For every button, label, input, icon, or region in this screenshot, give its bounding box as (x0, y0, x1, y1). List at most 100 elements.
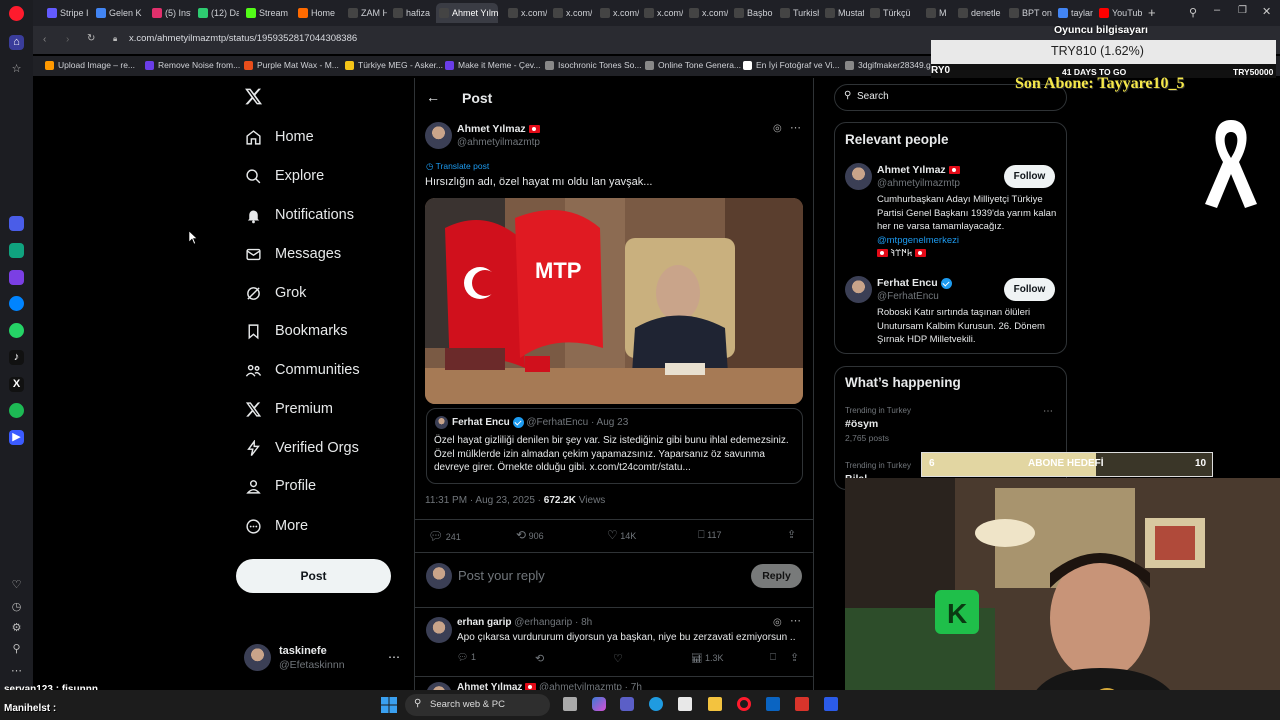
nav-item-profile[interactable]: Profile (244, 471, 316, 501)
outlook-icon[interactable] (766, 697, 780, 711)
nav-item-notifications[interactable]: Notifications (244, 200, 354, 230)
browser-tab[interactable]: M (923, 3, 953, 23)
maximize-icon[interactable]: ❐ (1238, 5, 1247, 16)
app-icon[interactable] (9, 270, 24, 285)
reply-reply-icon[interactable]: 💬︎ (457, 652, 468, 662)
repost-stat[interactable]: ⟲ 906 (516, 528, 544, 542)
bookmark-item[interactable]: Remove Noise from... (145, 60, 240, 70)
task-view-icon[interactable] (563, 697, 577, 711)
trend-more-icon[interactable]: ⋯ (1043, 406, 1053, 417)
reply-input[interactable]: Post your reply (458, 568, 545, 583)
person-avatar[interactable] (845, 276, 872, 303)
browser-tab[interactable]: Stream (243, 3, 291, 23)
like-icon[interactable]: ♡ (607, 528, 618, 542)
nav-item-premium[interactable]: Premium (244, 394, 333, 424)
lightbulb-icon[interactable]: ⚲ (9, 642, 24, 657)
nav-item-explore[interactable]: Explore (244, 161, 324, 191)
app-taskbar-icon[interactable] (824, 697, 838, 711)
copilot-icon[interactable] (592, 697, 606, 711)
settings-gear-icon[interactable]: ⚙ (9, 621, 24, 636)
url-field[interactable]: x.com/ahmetyilmazmtp/status/195935281704… (129, 33, 357, 44)
nav-item-bookmarks[interactable]: Bookmarks (244, 316, 348, 346)
bookmark-item[interactable]: Online Tone Genera... (645, 60, 741, 70)
whatsapp-icon[interactable] (9, 323, 24, 338)
home-speed-dial-icon[interactable]: ⌂ (9, 35, 24, 50)
edge-icon[interactable] (649, 697, 663, 711)
back-arrow-icon[interactable]: ← (426, 89, 440, 105)
messenger-icon[interactable] (9, 296, 24, 311)
person-avatar[interactable] (845, 163, 872, 190)
like-stat[interactable]: ♡ 14K (607, 528, 636, 542)
browser-tab[interactable]: Turkish (777, 3, 819, 23)
browser-tab[interactable]: BPT on (1006, 3, 1052, 23)
reply-views-stat[interactable]: 📊︎ 1.3K (691, 653, 723, 664)
reply-reply-stat[interactable]: 💬︎ 1 (457, 652, 476, 663)
x-logo-icon[interactable] (244, 87, 263, 111)
account-avatar[interactable] (244, 644, 271, 671)
person-name[interactable]: Ahmet Yılmaz (877, 164, 946, 176)
post-timestamp[interactable]: 11:31 PM · Aug 23, 2025 · (425, 495, 544, 506)
translate-post-link[interactable]: Translate post (436, 161, 490, 171)
forward-icon[interactable]: › (66, 34, 69, 45)
account-more-icon[interactable]: ⋯ (388, 650, 400, 664)
post-button[interactable]: Post (236, 559, 391, 593)
person-handle[interactable]: @ahmetyilmazmtp (877, 178, 960, 189)
author-name[interactable]: Ahmet Yılmaz (457, 123, 526, 135)
back-icon[interactable]: ‹ (43, 34, 46, 45)
opera-logo-icon[interactable] (9, 6, 24, 21)
teams-icon[interactable] (620, 697, 634, 711)
share-icon[interactable]: ⇪ (787, 528, 796, 541)
bookmark-item[interactable]: 3dgifmaker28349.gi... (845, 60, 940, 70)
spotify-icon[interactable] (9, 403, 24, 418)
new-tab-icon[interactable]: + (1148, 5, 1156, 20)
reply-repost-icon[interactable]: ⟲ (535, 652, 544, 665)
bookmark-item[interactable]: En İyi Fotoğraf ve Vi... (743, 60, 839, 70)
author-handle[interactable]: @ahmetyilmazmtp (457, 137, 540, 148)
search-tabs-icon[interactable]: ⚲ (1189, 6, 1197, 19)
browser-tab[interactable]: taylane (1055, 3, 1093, 23)
post-more-icon[interactable]: ⋯ (790, 121, 801, 134)
heart-icon[interactable]: ♡ (9, 578, 24, 593)
reply-more-icon[interactable]: ⋯ (790, 614, 801, 627)
player-icon[interactable]: ▶ (9, 430, 24, 445)
browser-tab[interactable]: YouTub (1096, 3, 1144, 23)
bookmark-item[interactable]: Türkiye MEG - Asker... (345, 60, 443, 70)
reply-bookmark-icon[interactable]: ⎕ (770, 652, 776, 663)
follow-button[interactable]: Follow (1004, 165, 1055, 188)
reply-author-handle[interactable]: @erhangarip · 8h (514, 617, 592, 628)
reply-avatar[interactable] (426, 617, 452, 643)
history-icon[interactable]: ◷ (9, 600, 24, 615)
reply-button[interactable]: Reply (751, 564, 802, 588)
post-image[interactable]: MTP (425, 198, 803, 404)
browser-tab[interactable]: hafiza (390, 3, 432, 23)
browser-tab[interactable]: denetle (955, 3, 1003, 23)
search-input[interactable]: Search (857, 91, 889, 102)
browser-tab[interactable]: Home (295, 3, 341, 23)
browser-tab[interactable]: Ahmet Yılmaz (436, 3, 498, 23)
bookmark-stat[interactable]: ⎕ 117 (698, 529, 721, 542)
browser-tab[interactable]: x.com/ (597, 3, 639, 23)
browser-tab[interactable]: x.com/ (641, 3, 683, 23)
tiktok-icon[interactable]: ♪ (9, 350, 24, 365)
reply-author-name[interactable]: erhan garip (457, 617, 511, 628)
reply-grok-icon[interactable]: ◎ (773, 617, 782, 628)
browser-tab[interactable]: x.com/ (686, 3, 728, 23)
taskbar-search-input[interactable]: Search web & PC (430, 699, 505, 710)
follow-button[interactable]: Follow (1004, 278, 1055, 301)
nav-item-more[interactable]: More (244, 511, 308, 541)
person-handle[interactable]: @FerhatEncu (877, 291, 939, 302)
browser-tab[interactable]: Türkçü (867, 3, 917, 23)
bookmark-item[interactable]: Upload Image – re... (45, 60, 135, 70)
bookmark-star-icon[interactable]: ☆ (9, 62, 24, 77)
browser-tab[interactable]: (12) Da (195, 3, 239, 23)
reply-share-icon[interactable]: ⇪ (790, 651, 799, 664)
nav-item-messages[interactable]: Messages (244, 239, 341, 269)
close-window-icon[interactable]: ✕ (1262, 5, 1271, 18)
browser-tab[interactable]: Mustaf (822, 3, 864, 23)
reload-icon[interactable]: ↻ (87, 33, 95, 44)
browser-tab[interactable]: x.com/ (550, 3, 592, 23)
aria-icon[interactable] (9, 216, 24, 231)
nav-item-communities[interactable]: Communities (244, 355, 360, 385)
browser-tab[interactable]: ZAM H (345, 3, 387, 23)
bookmark-item[interactable]: Purple Mat Wax - M... (244, 60, 339, 70)
